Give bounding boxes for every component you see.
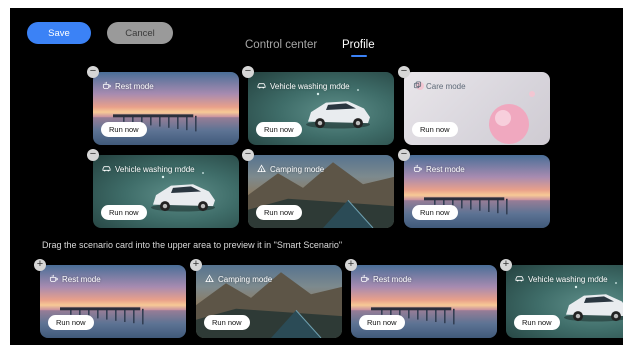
- card-title: Rest mode: [102, 81, 154, 92]
- card-title-label: Rest mode: [426, 165, 465, 174]
- car-icon: [515, 274, 524, 285]
- card-title: Rest mode: [360, 274, 412, 285]
- remove-card-icon[interactable]: −: [242, 66, 254, 78]
- add-card-icon[interactable]: +: [190, 259, 202, 271]
- cancel-button[interactable]: Cancel: [107, 22, 173, 44]
- card-title-label: Rest mode: [62, 275, 101, 284]
- grid-card[interactable]: Rest mode Run now: [93, 72, 239, 145]
- car-icon: [102, 164, 111, 175]
- scenario-screen: Save Cancel Control center Profile Drag …: [10, 8, 623, 345]
- grid-card[interactable]: Rest mode Run now: [404, 155, 550, 228]
- drag-instruction: Drag the scenario card into the upper ar…: [42, 240, 343, 250]
- run-now-button[interactable]: Run now: [256, 205, 302, 220]
- library-card[interactable]: Rest mode Run now: [40, 265, 186, 338]
- run-now-button[interactable]: Run now: [412, 122, 458, 137]
- library-card[interactable]: Camping mode Run now: [196, 265, 342, 338]
- card-title: Vehicle washing mode: [102, 164, 195, 175]
- tent-icon: [257, 164, 266, 175]
- run-now-button[interactable]: Run now: [204, 315, 250, 330]
- care-icon: [413, 81, 422, 92]
- card-title-label: Camping mode: [270, 165, 325, 174]
- run-now-button[interactable]: Run now: [359, 315, 405, 330]
- card-title: Rest mode: [413, 164, 465, 175]
- run-now-button[interactable]: Run now: [514, 315, 560, 330]
- cup-icon: [360, 274, 369, 285]
- card-title: Care mode: [413, 81, 466, 92]
- run-now-button[interactable]: Run now: [48, 315, 94, 330]
- card-title-label: Care mode: [426, 82, 466, 91]
- tab-control-center[interactable]: Control center: [245, 39, 317, 51]
- card-title: Vehicle washing mode: [515, 274, 608, 285]
- run-now-button[interactable]: Run now: [256, 122, 302, 137]
- card-title-label: Vehicle washing mode: [270, 82, 350, 91]
- grid-card[interactable]: Camping mode Run now: [248, 155, 394, 228]
- library-card[interactable]: Vehicle washing mode Run now: [506, 265, 623, 338]
- card-title-label: Vehicle washing mode: [528, 275, 608, 284]
- card-title-label: Camping mode: [218, 275, 273, 284]
- card-title: Rest mode: [49, 274, 101, 285]
- cup-icon: [102, 81, 111, 92]
- grid-card[interactable]: Vehicle washing mode Run now: [248, 72, 394, 145]
- remove-card-icon[interactable]: −: [398, 149, 410, 161]
- cup-icon: [49, 274, 58, 285]
- card-title: Camping mode: [257, 164, 324, 175]
- remove-card-icon[interactable]: −: [242, 149, 254, 161]
- card-title-label: Rest mode: [115, 82, 154, 91]
- grid-card[interactable]: Care mode Run now: [404, 72, 550, 145]
- remove-card-icon[interactable]: −: [87, 149, 99, 161]
- card-title-label: Vehicle washing mode: [115, 165, 195, 174]
- run-now-button[interactable]: Run now: [412, 205, 458, 220]
- active-tab-indicator: [351, 55, 367, 57]
- tab-profile[interactable]: Profile: [342, 39, 375, 51]
- cup-icon: [413, 164, 422, 175]
- save-button[interactable]: Save: [27, 22, 91, 44]
- card-title: Camping mode: [205, 274, 272, 285]
- card-title: Vehicle washing mode: [257, 81, 350, 92]
- tent-icon: [205, 274, 214, 285]
- remove-card-icon[interactable]: −: [398, 66, 410, 78]
- remove-card-icon[interactable]: −: [87, 66, 99, 78]
- add-card-icon[interactable]: +: [500, 259, 512, 271]
- run-now-button[interactable]: Run now: [101, 205, 147, 220]
- grid-card[interactable]: Vehicle washing mode Run now: [93, 155, 239, 228]
- run-now-button[interactable]: Run now: [101, 122, 147, 137]
- card-title-label: Rest mode: [373, 275, 412, 284]
- library-card[interactable]: Rest mode Run now: [351, 265, 497, 338]
- add-card-icon[interactable]: +: [345, 259, 357, 271]
- car-icon: [257, 81, 266, 92]
- add-card-icon[interactable]: +: [34, 259, 46, 271]
